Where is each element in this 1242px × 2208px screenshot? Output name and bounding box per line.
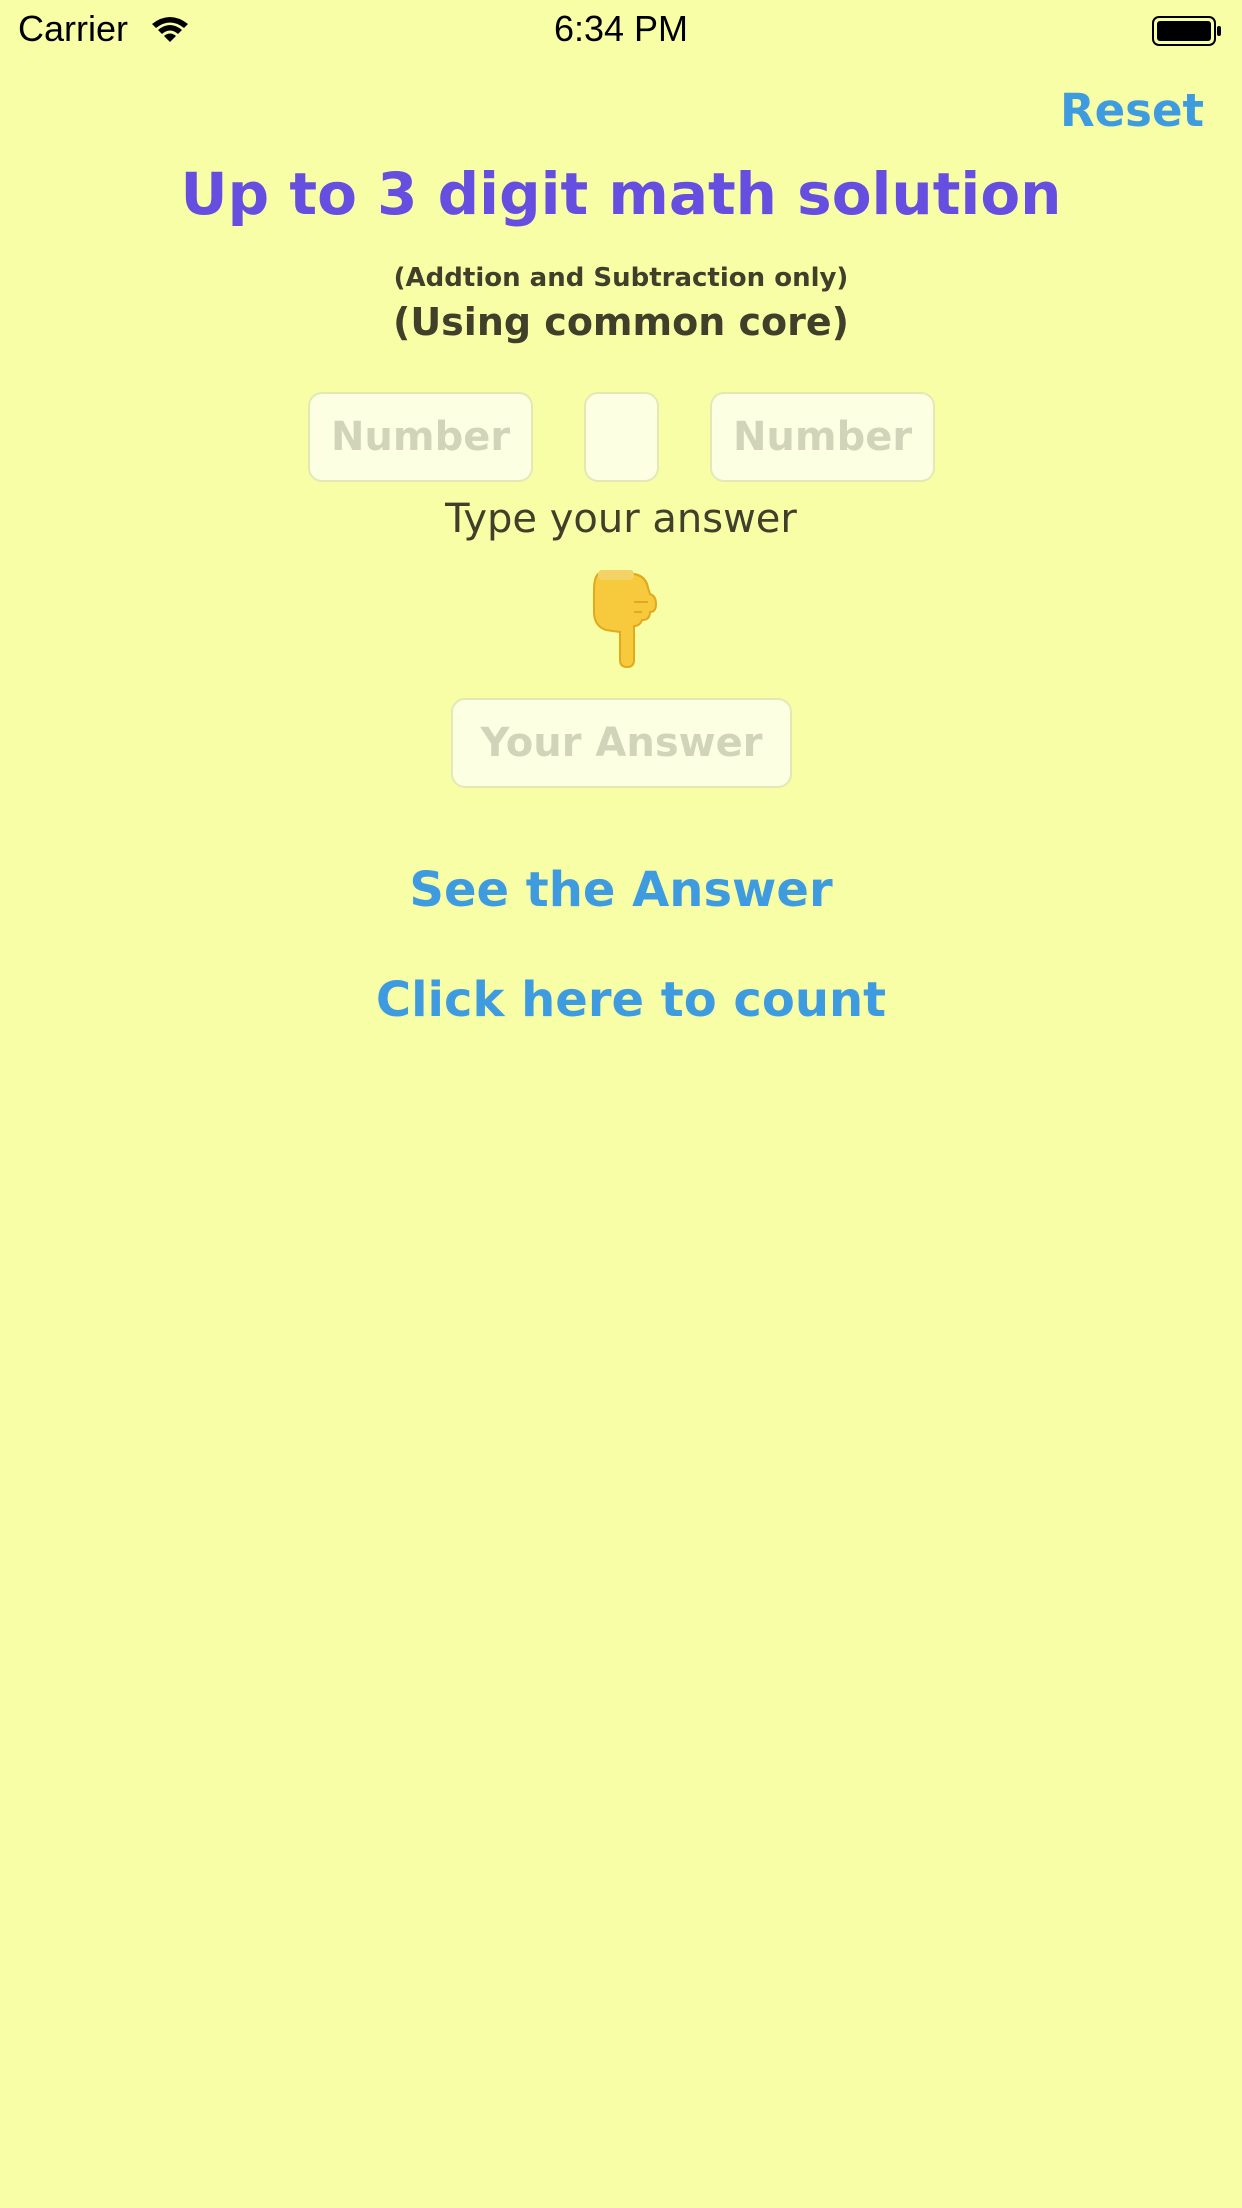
count-button[interactable]: Click here to count [0,972,1242,1028]
page-title: Up to 3 digit math solution [180,160,1062,228]
answer-field[interactable] [451,698,792,788]
operations-note: (Addtion and Subtraction only) [393,263,849,293]
answer-instruction: Type your answer [445,496,797,542]
see-answer-button[interactable]: See the Answer [0,862,1242,918]
first-number-field[interactable] [308,392,533,482]
method-note: (Using common core) [392,300,850,344]
status-time: 6:34 PM [553,8,689,49]
battery-icon [1152,16,1221,46]
reset-button[interactable]: Reset [1060,84,1204,137]
pointing-down-hand-icon [593,570,658,668]
status-bar: Carrier 6:34 PM [0,0,1242,60]
operator-field[interactable] [584,392,659,482]
second-number-field[interactable] [710,392,935,482]
